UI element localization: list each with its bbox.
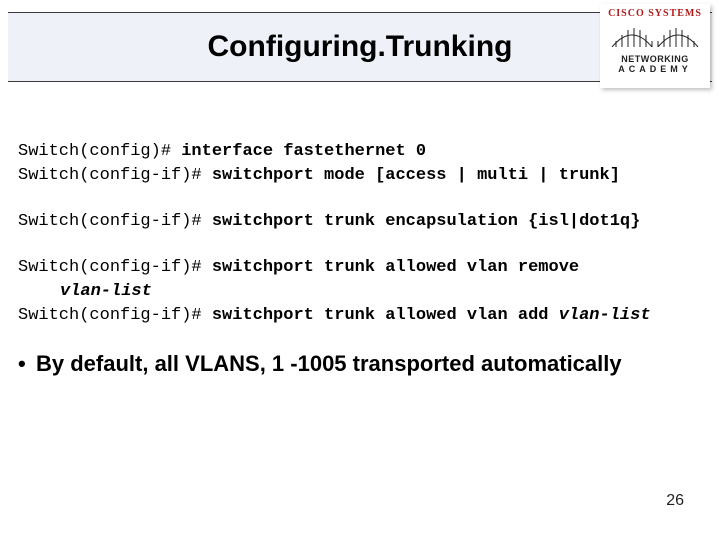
cisco-bridge-icon — [610, 21, 700, 47]
logo-sub-line1: NETWORKING — [606, 54, 704, 64]
cli-line: Switch(config-if)# switchport trunk allo… — [18, 256, 702, 304]
page-number: 26 — [666, 492, 684, 510]
cli-prompt: Switch(config-if)# — [18, 258, 212, 277]
cli-prompt: Switch(config)# — [18, 142, 181, 161]
cli-arg: vlan-list — [559, 306, 651, 325]
bullet-point: •By default, all VLANS, 1 -1005 transpor… — [18, 350, 702, 378]
cli-prompt: Switch(config-if)# — [18, 212, 212, 231]
cli-block-3: Switch(config-if)# switchport trunk allo… — [18, 256, 702, 328]
cli-block-1: Switch(config)# interface fastethernet 0… — [18, 140, 702, 188]
slide: Configuring.Trunking CISCO SYSTEMS — [0, 0, 720, 540]
cli-line: Switch(config)# interface fastethernet 0 — [18, 140, 702, 164]
logo-brand-text: CISCO SYSTEMS — [606, 8, 704, 19]
bullet-text: By default, all VLANS, 1 -1005 transport… — [36, 351, 622, 376]
cli-command: switchport trunk allowed vlan add — [212, 306, 559, 325]
cli-command: interface fastethernet 0 — [181, 142, 426, 161]
bullet-dot-icon: • — [18, 350, 36, 378]
cli-command: switchport trunk encapsulation {isl|dot1… — [212, 212, 640, 231]
cli-command: switchport mode [access | multi | trunk] — [212, 166, 620, 185]
cli-line: Switch(config-if)# switchport trunk enca… — [18, 210, 702, 234]
cli-line: Switch(config-if)# switchport mode [acce… — [18, 164, 702, 188]
cli-arg: vlan-list — [18, 280, 702, 304]
cisco-logo: CISCO SYSTEMS NETWORK — [600, 4, 710, 88]
cli-prompt: Switch(config-if)# — [18, 166, 212, 185]
cli-block-2: Switch(config-if)# switchport trunk enca… — [18, 210, 702, 234]
logo-subtext: NETWORKING ACADEMY — [606, 54, 704, 74]
content-area: Switch(config)# interface fastethernet 0… — [18, 140, 702, 378]
logo-sub-line2: ACADEMY — [606, 64, 704, 74]
cli-line: Switch(config-if)# switchport trunk allo… — [18, 304, 702, 328]
slide-title: Configuring.Trunking — [208, 30, 513, 64]
cli-command: switchport trunk allowed vlan remove — [212, 258, 579, 277]
cli-prompt: Switch(config-if)# — [18, 306, 212, 325]
